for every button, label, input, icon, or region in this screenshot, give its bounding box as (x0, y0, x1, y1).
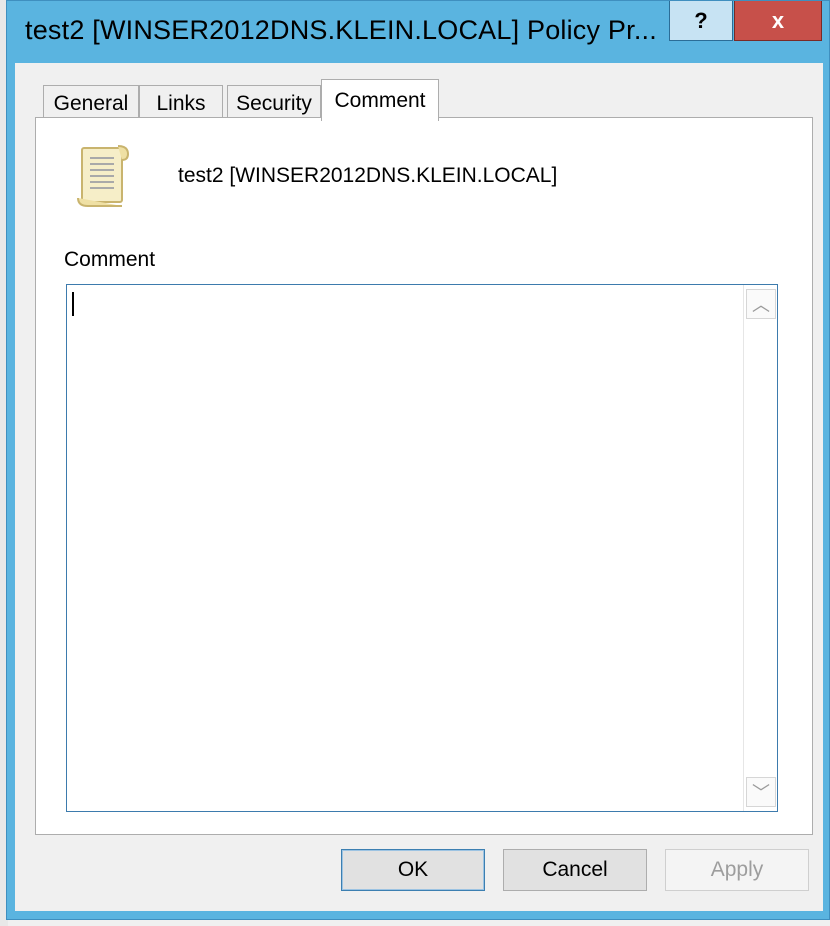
tab-label: Security (236, 91, 312, 115)
vertical-scrollbar[interactable]: ︿ ﹀ (743, 285, 777, 811)
tab-label: Links (156, 91, 206, 115)
tab-links[interactable]: Links (139, 85, 223, 121)
tab-comment[interactable]: Comment (321, 79, 439, 121)
title-bar[interactable]: test2 [WINSER2012DNS.KLEIN.LOCAL] Policy… (7, 1, 829, 63)
cancel-button[interactable]: Cancel (503, 849, 647, 891)
comment-label: Comment (64, 248, 156, 271)
tab-security[interactable]: Security (227, 85, 321, 121)
gpo-name-label: test2 [WINSER2012DNS.KLEIN.LOCAL] (178, 164, 558, 187)
close-button[interactable]: x (734, 1, 822, 41)
tab-general[interactable]: General (43, 85, 139, 121)
help-button[interactable]: ? (669, 1, 733, 41)
dialog-client-area: General Links Security Comment test2 [WI… (15, 63, 823, 911)
comment-textarea[interactable]: ︿ ﹀ (66, 284, 778, 812)
policy-properties-dialog: test2 [WINSER2012DNS.KLEIN.LOCAL] Policy… (6, 0, 830, 920)
document-scroll-icon (77, 145, 130, 207)
apply-button[interactable]: Apply (665, 849, 809, 891)
tab-label: General (53, 91, 129, 115)
scroll-up-icon[interactable]: ︿ (746, 289, 776, 319)
comment-tab-panel: test2 [WINSER2012DNS.KLEIN.LOCAL] Commen… (35, 117, 813, 835)
scroll-down-icon[interactable]: ﹀ (746, 777, 776, 807)
close-icon: x (771, 7, 785, 33)
help-icon: ? (694, 7, 708, 33)
tab-label: Comment (334, 88, 426, 112)
text-caret (72, 292, 74, 316)
window-title: test2 [WINSER2012DNS.KLEIN.LOCAL] Policy… (25, 15, 657, 45)
ok-button[interactable]: OK (341, 849, 485, 891)
